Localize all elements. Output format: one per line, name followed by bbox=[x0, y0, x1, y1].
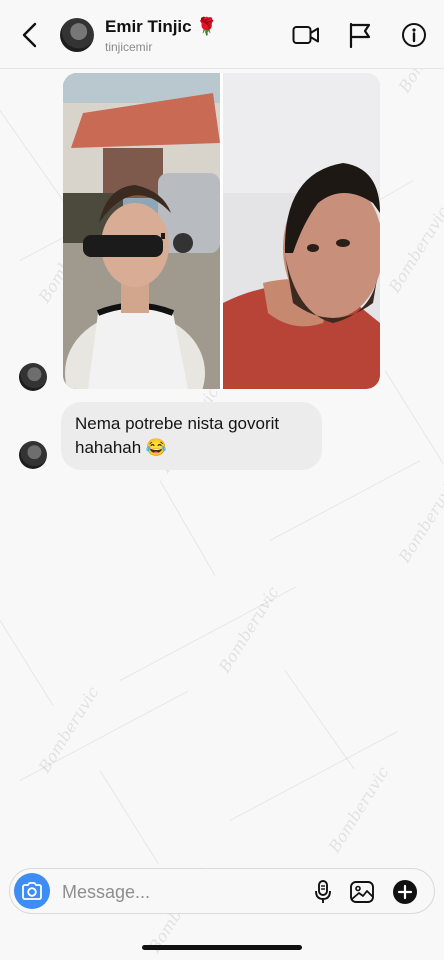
watermark: Bomberuvic bbox=[384, 203, 444, 296]
info-icon bbox=[402, 23, 426, 47]
flag-icon bbox=[349, 22, 371, 48]
image-icon bbox=[350, 881, 374, 903]
voice-message-button[interactable] bbox=[308, 877, 338, 907]
watermark: Bomberuvic bbox=[34, 683, 103, 776]
more-actions-button[interactable] bbox=[390, 877, 420, 907]
chat-header: Emir Tinjic 🌹 tinjicemir bbox=[0, 0, 444, 69]
header-avatar[interactable] bbox=[60, 18, 94, 52]
message-bubble[interactable]: Nema potrebe nista govorit hahahah 😂 bbox=[61, 402, 322, 470]
back-icon bbox=[22, 22, 37, 48]
watermark-stroke bbox=[159, 480, 216, 577]
video-call-icon bbox=[292, 26, 319, 44]
home-indicator bbox=[142, 945, 302, 950]
back-button[interactable] bbox=[14, 18, 46, 52]
contact-name[interactable]: Emir Tinjic 🌹 bbox=[105, 17, 218, 37]
sender-avatar[interactable] bbox=[19, 441, 47, 469]
photo-attachment[interactable] bbox=[63, 73, 380, 389]
watermark-stroke bbox=[19, 690, 188, 781]
watermark-stroke bbox=[99, 770, 159, 865]
contact-username: tinjicemir bbox=[105, 40, 153, 54]
selfie-photo-indoor bbox=[223, 73, 380, 389]
watermark-stroke bbox=[284, 670, 355, 770]
watermark-stroke bbox=[0, 110, 70, 210]
gallery-button[interactable] bbox=[347, 877, 377, 907]
watermark: Bomberuvic bbox=[214, 583, 283, 676]
watermark-stroke bbox=[384, 370, 444, 465]
camera-button[interactable] bbox=[14, 873, 50, 909]
watermark: Bomberuvic bbox=[394, 473, 444, 566]
watermark-stroke bbox=[269, 460, 421, 541]
watermark-stroke bbox=[119, 586, 297, 681]
sender-avatar[interactable] bbox=[19, 363, 47, 391]
message-input[interactable] bbox=[60, 877, 304, 907]
message-composer bbox=[9, 868, 435, 914]
selfie-photo-outdoor bbox=[63, 73, 220, 389]
photo-right[interactable] bbox=[223, 73, 380, 389]
info-button[interactable] bbox=[394, 20, 434, 50]
chat-screen: Bomberuvic Bomberuvic Bomberuvic Bomberu… bbox=[0, 0, 444, 960]
watermark-stroke bbox=[0, 620, 54, 706]
add-icon bbox=[393, 880, 417, 904]
message-text-line-2: hahahah 😂 bbox=[75, 438, 168, 457]
photo-left[interactable] bbox=[63, 73, 220, 389]
watermark: Bomberuvic bbox=[324, 763, 393, 856]
header-actions bbox=[286, 20, 434, 50]
report-button[interactable] bbox=[340, 20, 380, 50]
camera-icon bbox=[22, 882, 42, 900]
watermark-stroke bbox=[229, 730, 398, 821]
video-call-button[interactable] bbox=[286, 20, 326, 50]
microphone-icon bbox=[315, 880, 331, 903]
message-text-line-1: Nema potrebe nista govorit bbox=[75, 414, 280, 433]
